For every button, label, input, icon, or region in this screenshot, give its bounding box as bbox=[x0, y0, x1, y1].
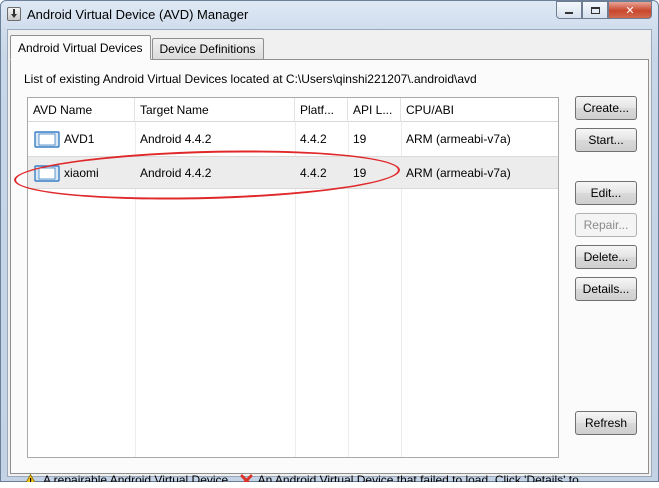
avd-name-cell: xiaomi bbox=[64, 166, 99, 180]
window-title: Android Virtual Device (AVD) Manager bbox=[27, 7, 249, 22]
create-button[interactable]: Create... bbox=[575, 96, 637, 120]
column-header-api-level[interactable]: API L... bbox=[348, 98, 401, 122]
tab-android-virtual-devices[interactable]: Android Virtual Devices bbox=[10, 35, 151, 60]
table-row-avd1[interactable]: AVD1 Android 4.4.2 4.4.2 19 ARM (armeabi… bbox=[28, 123, 558, 156]
cpu-abi-cell: ARM (armeabi-v7a) bbox=[406, 166, 511, 180]
close-button[interactable]: ✕ bbox=[608, 1, 652, 19]
refresh-button[interactable]: Refresh bbox=[575, 411, 637, 435]
column-header-platform[interactable]: Platf... bbox=[295, 98, 348, 122]
column-header-target-name[interactable]: Target Name bbox=[135, 98, 295, 122]
cpu-abi-cell: ARM (armeabi-v7a) bbox=[406, 132, 511, 146]
minimize-icon bbox=[565, 12, 573, 14]
maximize-icon bbox=[590, 6, 600, 14]
delete-button[interactable]: Delete... bbox=[575, 245, 637, 269]
repair-button[interactable]: Repair... bbox=[575, 213, 637, 237]
close-icon: ✕ bbox=[625, 4, 635, 17]
client-area: Android Virtual Devices Device Definitio… bbox=[7, 29, 652, 487]
api-level-cell: 19 bbox=[353, 166, 367, 180]
table-row-xiaomi[interactable]: xiaomi Android 4.4.2 4.4.2 19 ARM (armea… bbox=[28, 156, 558, 189]
details-button[interactable]: Details... bbox=[575, 277, 637, 301]
column-header-avd-name[interactable]: AVD Name bbox=[28, 98, 135, 122]
minimize-button[interactable] bbox=[556, 1, 582, 19]
avd-location-label: List of existing Android Virtual Devices… bbox=[24, 72, 477, 86]
title-bar[interactable]: Android Virtual Device (AVD) Manager ✕ bbox=[1, 1, 658, 29]
platform-cell: 4.4.2 bbox=[300, 132, 327, 146]
avd-table[interactable]: AVD Name Target Name Platf... API L... C… bbox=[27, 97, 559, 458]
page-bottom-strip bbox=[0, 482, 659, 488]
tab-device-definitions[interactable]: Device Definitions bbox=[151, 38, 264, 60]
start-button[interactable]: Start... bbox=[575, 128, 637, 152]
avd-tab-panel: List of existing Android Virtual Devices… bbox=[10, 59, 649, 487]
download-app-icon bbox=[7, 7, 21, 21]
device-icon bbox=[34, 165, 60, 182]
avd-name-cell: AVD1 bbox=[64, 132, 95, 146]
tab-bar: Android Virtual Devices Device Definitio… bbox=[10, 35, 265, 60]
device-icon bbox=[34, 131, 60, 148]
window-controls: ✕ bbox=[556, 1, 652, 21]
table-header: AVD Name Target Name Platf... API L... C… bbox=[28, 98, 558, 122]
avd-manager-window: Android Virtual Device (AVD) Manager ✕ A… bbox=[0, 0, 659, 487]
column-header-cpu-abi[interactable]: CPU/ABI bbox=[401, 98, 560, 122]
target-name-cell: Android 4.4.2 bbox=[140, 166, 212, 180]
platform-cell: 4.4.2 bbox=[300, 166, 327, 180]
edit-button[interactable]: Edit... bbox=[575, 181, 637, 205]
maximize-button[interactable] bbox=[582, 1, 608, 19]
target-name-cell: Android 4.4.2 bbox=[140, 132, 212, 146]
api-level-cell: 19 bbox=[353, 132, 367, 146]
